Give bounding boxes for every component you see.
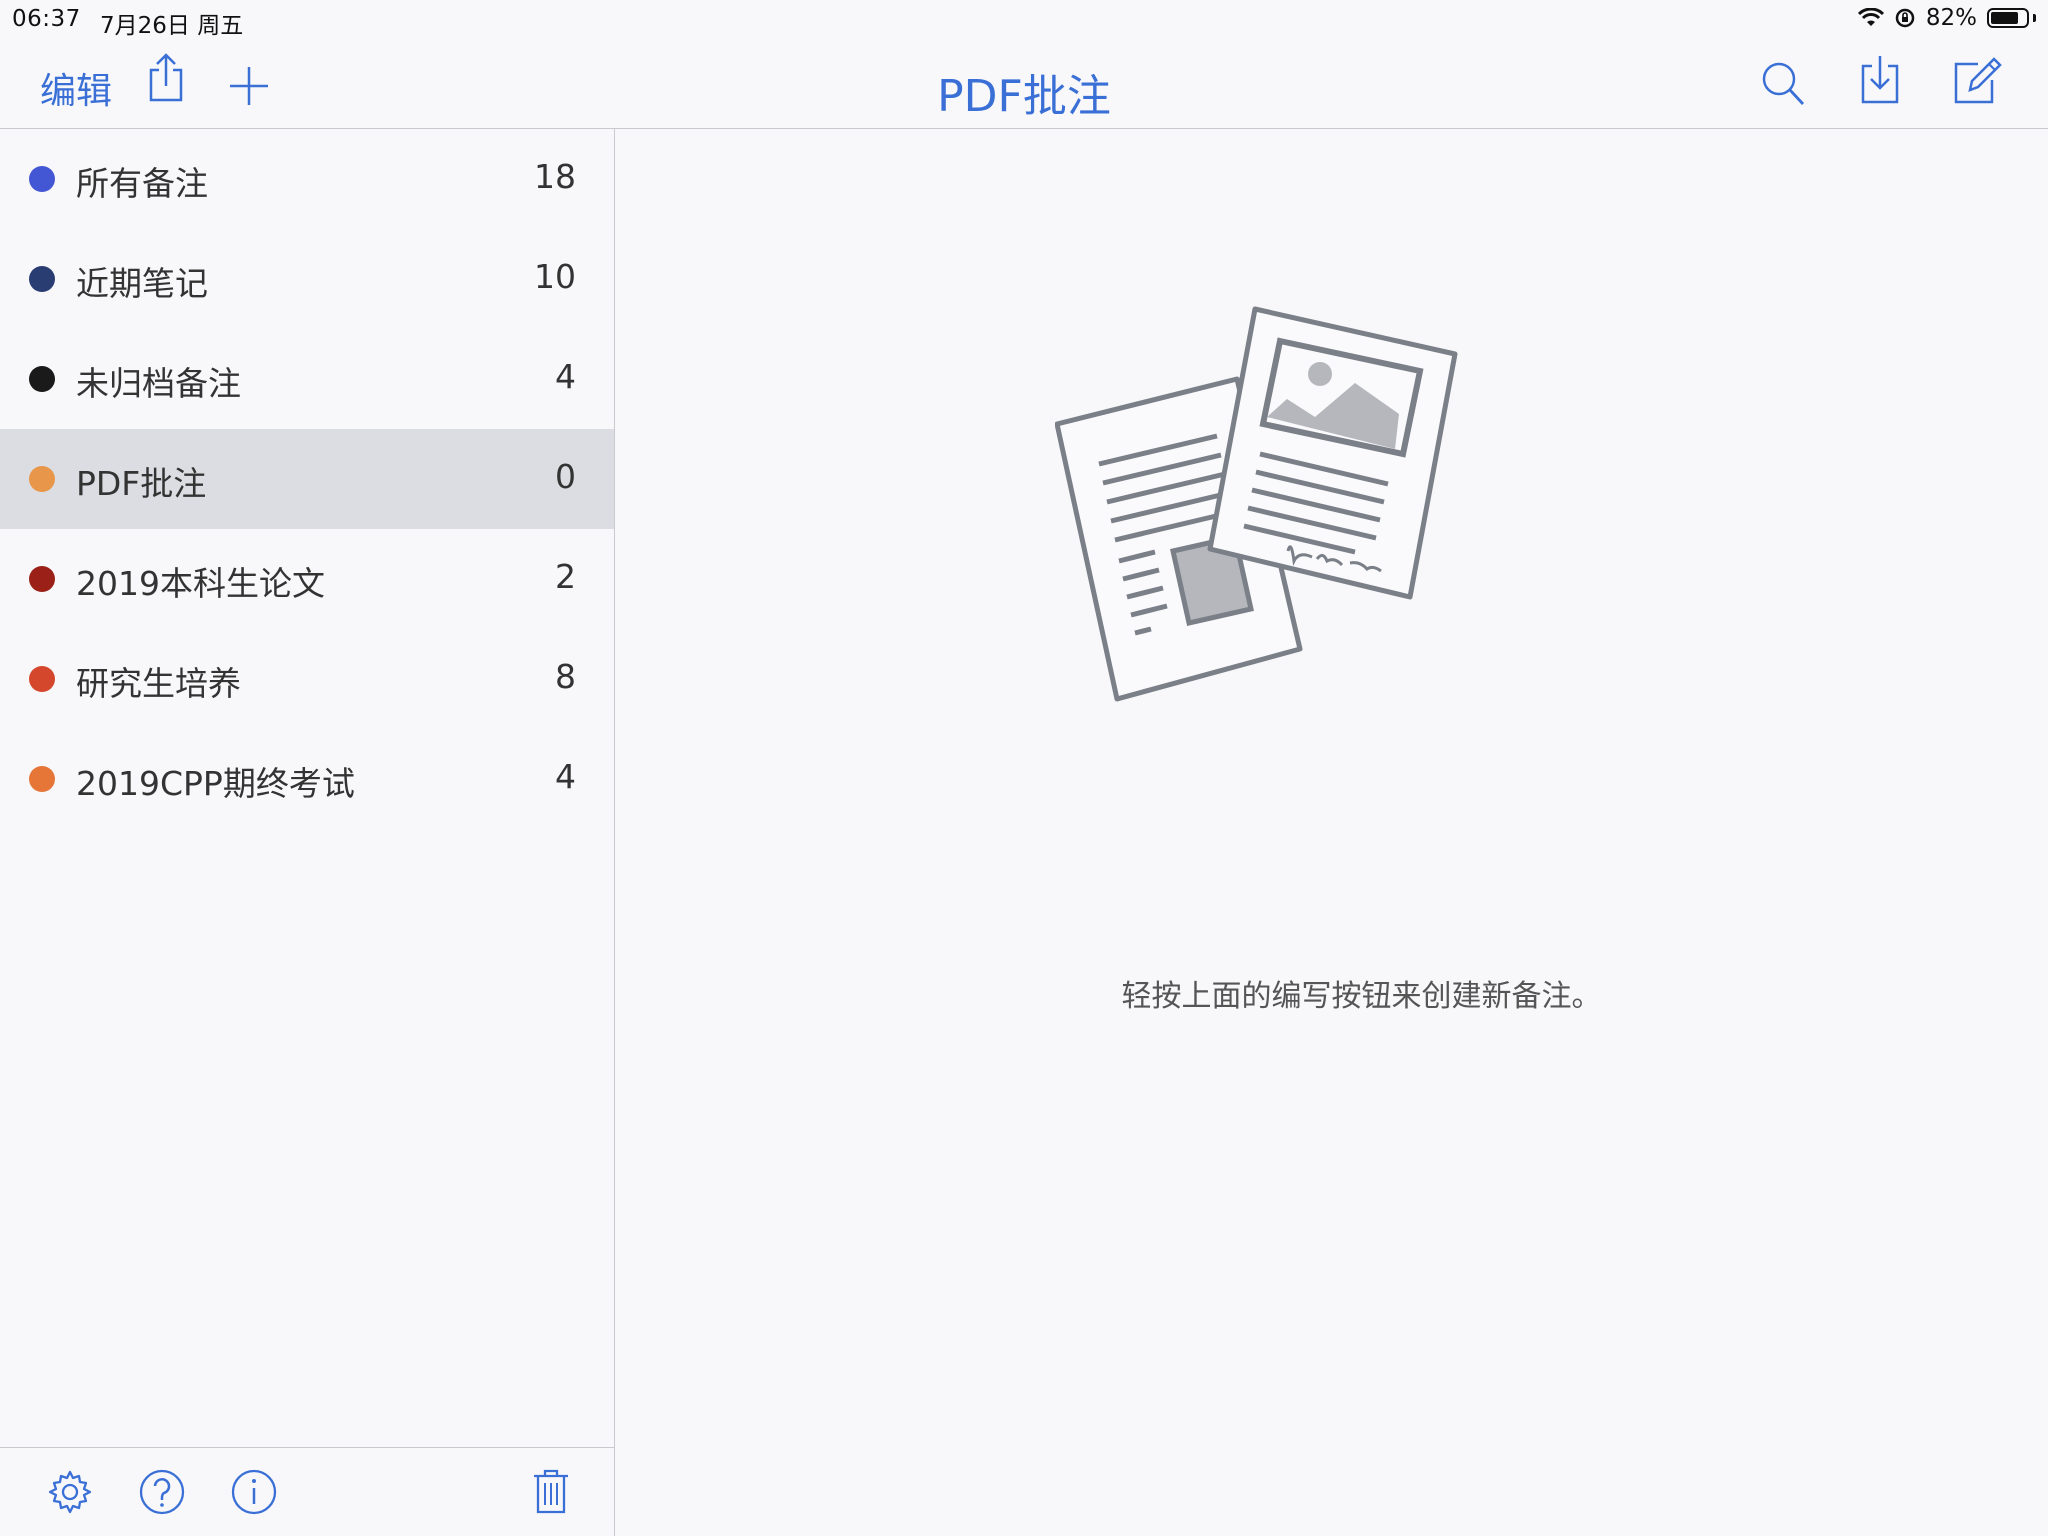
sidebar-item-label: 未归档备注 (76, 364, 241, 403)
settings-gear-icon[interactable] (46, 1468, 94, 1516)
sidebar-item-label: 2019本科生论文 (76, 564, 325, 603)
compose-icon[interactable] (1952, 56, 2002, 106)
status-date: 7月26日 周五 (100, 13, 244, 39)
sidebar-item-count: 10 (534, 257, 576, 296)
search-icon[interactable] (1760, 60, 1806, 108)
status-right: 82% (1857, 5, 2036, 31)
sidebar-item-count: 0 (555, 457, 576, 496)
battery-tip (2033, 14, 2036, 22)
status-bar: 06:37 7月26日 周五 82% (0, 0, 2048, 40)
help-icon[interactable] (138, 1468, 186, 1516)
sidebar-toolbar (0, 1447, 614, 1536)
content-area: 轻按上面的编写按钮来创建新备注。 (615, 129, 2048, 1536)
info-icon[interactable] (230, 1468, 278, 1516)
sidebar-item[interactable]: 近期笔记 10 (0, 229, 614, 329)
import-icon[interactable] (1858, 54, 1902, 106)
color-dot-icon (29, 566, 55, 592)
color-dot-icon (29, 366, 55, 392)
page-title: PDF批注 (937, 71, 1111, 122)
front-document (1207, 306, 1458, 600)
documents-illustration-icon (1055, 306, 1458, 702)
sidebar-item-label: 近期笔记 (76, 264, 208, 303)
sidebar: 所有备注 18 近期笔记 10 未归档备注 4 PDF批注 0 2019本科生论文 2 研究生培养 8… (0, 129, 615, 1536)
sidebar-item-label: PDF批注 (76, 464, 207, 503)
sidebar-item-count: 8 (555, 657, 576, 696)
trash-icon[interactable] (530, 1466, 572, 1516)
empty-state-hint: 轻按上面的编写按钮来创建新备注。 (1121, 979, 1602, 1014)
sidebar-item[interactable]: 2019本科生论文 2 (0, 529, 614, 629)
sidebar-item-label: 2019CPP期终考试 (76, 764, 355, 803)
sidebar-item[interactable]: 未归档备注 4 (0, 329, 614, 429)
color-dot-icon (29, 766, 55, 792)
wifi-icon (1857, 8, 1884, 26)
color-dot-icon (29, 166, 55, 192)
color-dot-icon (29, 466, 55, 492)
sidebar-item-count: 4 (555, 757, 576, 796)
sidebar-item-count: 18 (534, 157, 576, 196)
status-time: 06:37 (12, 6, 81, 32)
sidebar-item-count: 4 (555, 357, 576, 396)
color-dot-icon (29, 266, 55, 292)
nav-bar: 编辑 PDF批注 (0, 40, 2048, 129)
battery-percent: 82% (1925, 5, 1977, 31)
sidebar-item-count: 2 (555, 557, 576, 596)
sidebar-item[interactable]: 2019CPP期终考试 4 (0, 729, 614, 829)
sidebar-item-label: 研究生培养 (76, 664, 241, 703)
battery-fill (1991, 12, 2019, 24)
color-dot-icon (29, 666, 55, 692)
orientation-lock-icon (1895, 8, 1915, 28)
sidebar-item[interactable]: PDF批注 0 (0, 429, 614, 529)
sidebar-item[interactable]: 研究生培养 8 (0, 629, 614, 729)
sidebar-item-label: 所有备注 (76, 164, 208, 203)
app-screen: 06:37 7月26日 周五 82% 编辑 PDF批注 所有备注 18 近期笔记… (0, 0, 2048, 1536)
sidebar-list: 所有备注 18 近期笔记 10 未归档备注 4 PDF批注 0 2019本科生论文 2 研究生培养 8… (0, 129, 614, 829)
sidebar-item[interactable]: 所有备注 18 (0, 129, 614, 229)
battery-icon (1987, 8, 2029, 28)
